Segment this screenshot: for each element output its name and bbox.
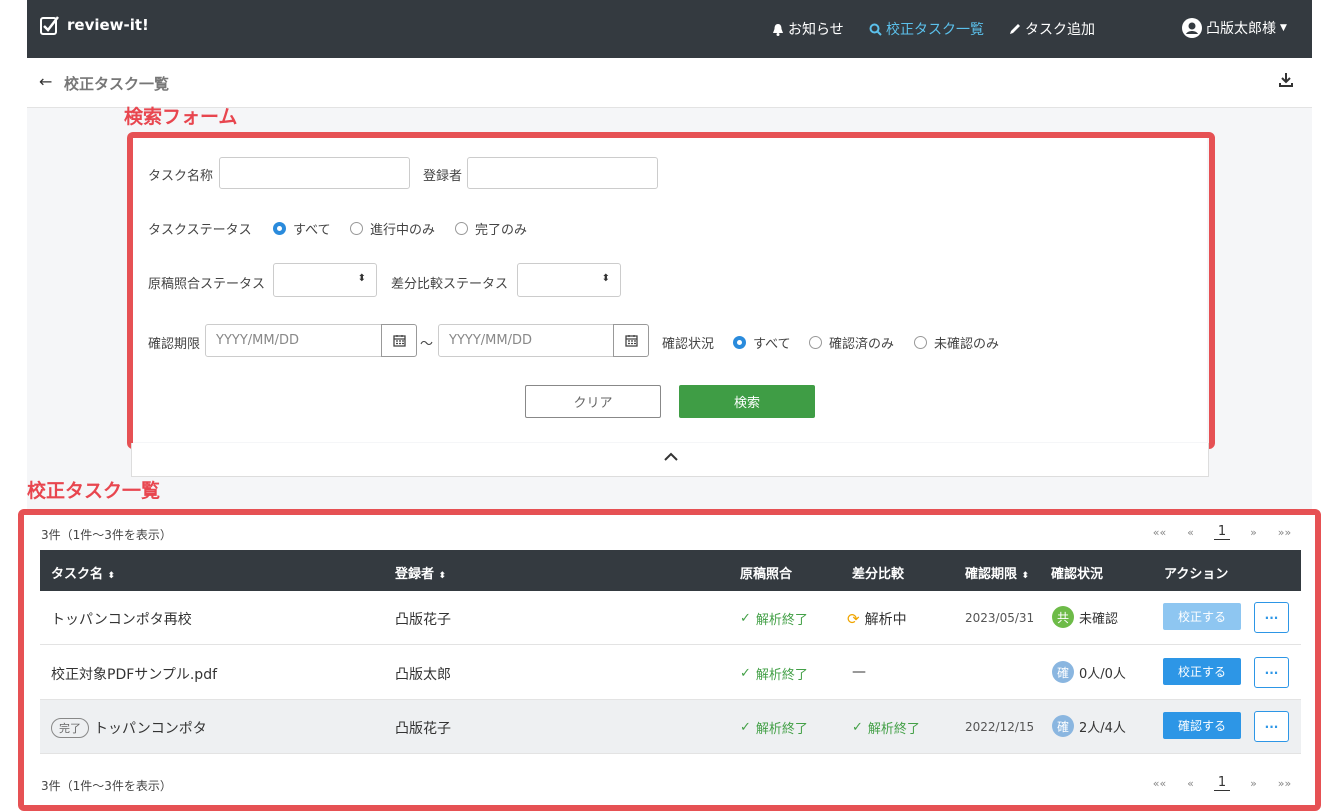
nav-notifications[interactable]: お知らせ	[772, 19, 844, 39]
user-menu[interactable]: 凸版太郎様 ▼	[1182, 18, 1287, 38]
caret-down-icon: ▼	[1280, 23, 1287, 33]
nav-task-list-label: 校正タスク一覧	[886, 22, 984, 38]
page-title: 校正タスク一覧	[64, 75, 170, 93]
page-header: ← 校正タスク一覧	[27, 58, 1312, 108]
nav-task-list[interactable]: 校正タスク一覧	[869, 19, 984, 39]
brand-name: review-it!	[67, 16, 149, 34]
pencil-icon	[1010, 23, 1020, 34]
annotation-search-form-box	[127, 132, 1215, 449]
logo-icon	[40, 16, 59, 35]
chevron-up-icon	[664, 452, 678, 461]
search-icon	[869, 23, 882, 36]
brand-logo[interactable]: review-it!	[39, 14, 149, 36]
collapse-bar[interactable]	[131, 443, 1209, 477]
user-name: 凸版太郎様	[1206, 21, 1276, 37]
nav-add-task-label: タスク追加	[1025, 22, 1095, 38]
back-arrow-icon[interactable]: ←	[39, 72, 52, 91]
annotation-task-list-label: 校正タスク一覧	[27, 480, 161, 502]
navbar: review-it! お知らせ 校正タスク一覧 タスク追加 凸版太郎様 ▼	[27, 0, 1312, 58]
bell-icon	[773, 23, 783, 36]
annotation-search-form-label: 検索フォーム	[124, 106, 238, 128]
user-avatar-icon	[1182, 18, 1202, 38]
download-icon[interactable]	[1278, 72, 1294, 92]
nav-add-task[interactable]: タスク追加	[1008, 19, 1095, 39]
nav-notifications-label: お知らせ	[788, 22, 844, 38]
annotation-task-list-box	[18, 509, 1321, 811]
